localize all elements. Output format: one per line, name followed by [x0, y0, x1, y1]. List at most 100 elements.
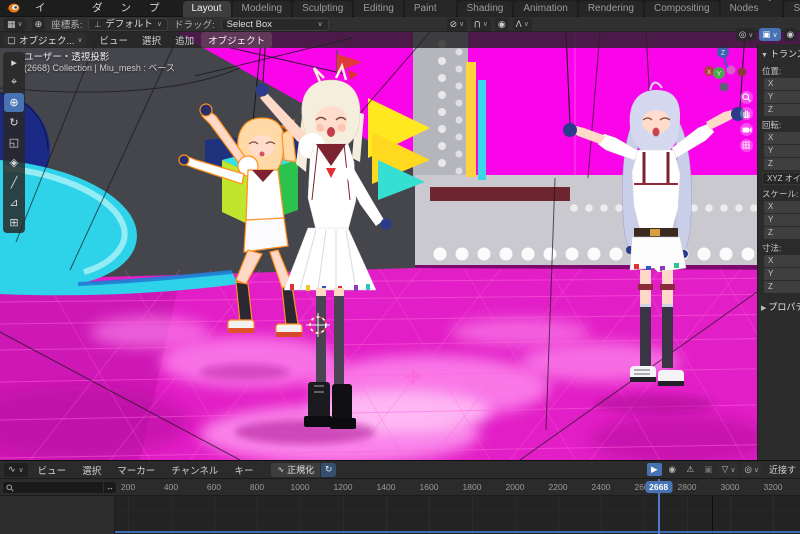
ruler-tick-1400: 1400 [377, 482, 396, 492]
pan-hand-icon[interactable] [740, 107, 753, 120]
object-mode-icon: ▢ [7, 35, 16, 46]
tool-settings-bar: ▦∨ ⊕ 座標系: ⊥デフォルト∨ ドラッグ: Select Box∨ ⊘∨ U… [0, 17, 800, 32]
rotation-mode-dropdown[interactable]: XYZ オイラ [762, 172, 800, 185]
expand-arrows-icon[interactable]: ↔ [104, 481, 117, 494]
proportional-edit-icon[interactable]: ◉ [495, 18, 509, 31]
cursor-tool[interactable]: ⌖ [4, 73, 24, 92]
ruler-tick-200: 200 [121, 482, 135, 492]
drag-label: ドラッグ: [174, 17, 215, 31]
frame-ruler[interactable]: 2004006008001000120014001600180020002200… [0, 479, 800, 496]
tool-grid-icon: ▦ [7, 19, 16, 30]
graph-menu-3[interactable]: チャンネル [163, 463, 226, 477]
gizmo-y-label: Y [717, 71, 722, 78]
search-icon [6, 484, 14, 492]
navigation-gizmo[interactable]: Z X Y [704, 43, 756, 95]
workspace-tab-texture-paint[interactable]: Texture Paint [405, 0, 456, 17]
transform-tool[interactable]: ◈ [4, 153, 24, 172]
ruler-tick-600: 600 [207, 482, 221, 492]
viewport-menu-3[interactable]: オブジェクト [201, 32, 272, 48]
graph-menu-4[interactable]: キー [226, 463, 261, 477]
select-box-tool[interactable]: ▸ [4, 53, 24, 72]
curve-canvas[interactable] [115, 496, 800, 534]
field-位置-X[interactable]: X [764, 78, 800, 90]
shading-sphere-button[interactable]: ◉ [784, 28, 797, 41]
field-回転-X[interactable]: X [764, 132, 800, 144]
workspace-tab-shading[interactable]: Shading [458, 1, 513, 17]
annotate-tool[interactable]: ╱ [4, 173, 24, 192]
channel-search-box[interactable] [2, 481, 104, 494]
auto-refresh-button[interactable]: ↻ [320, 463, 336, 477]
zero-value-line [115, 531, 800, 533]
ruler-tick-2200: 2200 [549, 482, 568, 492]
orientation-globe-icon[interactable]: ⊘∨ [447, 18, 468, 31]
viewport-menu-1[interactable]: 選択 [135, 32, 168, 48]
ruler-tick-2400: 2400 [592, 482, 611, 492]
field-スケール-Y[interactable]: Y [764, 214, 800, 226]
workspace-tab-sculpting[interactable]: Sculpting [293, 1, 352, 17]
workspace-tab-rendering[interactable]: Rendering [579, 1, 643, 17]
orientation-dropdown[interactable]: ⊥デフォルト∨ [88, 18, 168, 31]
end-frame-line [712, 496, 713, 534]
zoom-icon[interactable] [740, 91, 753, 104]
field-位置-Y[interactable]: Y [764, 91, 800, 103]
viewport-menu-0[interactable]: ビュー [93, 32, 136, 48]
section-label-1: 回転: [762, 119, 800, 131]
viewport-menu-2[interactable]: 追加 [168, 32, 201, 48]
snap-magnet-icon[interactable]: U∨ [471, 18, 491, 31]
proportional-dropdown[interactable]: ◎∨ [741, 463, 762, 476]
viewport-scene[interactable] [0, 32, 800, 460]
add-cube-tool[interactable]: ⊞ [4, 213, 24, 232]
move-gizmo-icon[interactable]: ⊕ [32, 18, 46, 31]
mode-dropdown[interactable]: ▢ オブジェク...∨ [3, 33, 87, 47]
viewport-3d[interactable]: ▢ オブジェク...∨ ビュー選択追加オブジェクト ユーザー・透視投影 (266… [0, 32, 800, 460]
tweak-cursor-icon[interactable]: ▶ [647, 463, 662, 476]
gizmos-dropdown-button[interactable]: ◎∨ [736, 28, 757, 41]
ghost-icon[interactable]: ◉ [665, 463, 680, 476]
field-スケール-X[interactable]: X [764, 201, 800, 213]
workspace-tab-animation[interactable]: Animation [514, 1, 576, 17]
workspace-tab-scripting[interactable]: Scripting [784, 1, 800, 17]
filter-dropdown[interactable]: ▽∨ [719, 463, 739, 476]
truncated-option-label[interactable]: 近接す [769, 463, 796, 476]
properties-panel-header[interactable]: ▶プロパテ [758, 297, 800, 315]
gizmo-x-label: X [707, 69, 712, 76]
transform-panel-header[interactable]: ▼トランスフ [758, 44, 800, 62]
current-frame-badge[interactable]: 2668 [645, 481, 672, 493]
graph-menu-0[interactable]: ビュー [30, 463, 75, 477]
blender-logo-icon[interactable] [6, 2, 20, 14]
coord-system-label: 座標系: [51, 17, 82, 31]
workspace-tab-layout[interactable]: Layout [183, 1, 231, 17]
field-寸法-Y[interactable]: Y [764, 268, 800, 280]
normalize-toggle[interactable]: ∿正規化 [271, 463, 320, 477]
graph-menu-2[interactable]: マーカー [109, 463, 163, 477]
editor-type-dropdown[interactable]: ∿∨ [4, 463, 28, 477]
field-スケール-Z[interactable]: Z [764, 227, 800, 239]
workspace-tab-geometry-nodes[interactable]: Geometry Nodes [721, 0, 783, 17]
rotate-tool[interactable]: ↻ [4, 113, 24, 132]
measure-tool[interactable]: ⊿ [4, 193, 24, 212]
camera-view-icon[interactable] [740, 123, 753, 136]
ortho-grid-icon[interactable] [740, 139, 753, 152]
active-tool-dropdown[interactable]: ▦∨ [4, 18, 26, 31]
workspace-tab-uv-editing[interactable]: UV Editing [354, 0, 403, 17]
drag-tool-dropdown[interactable]: Select Box∨ [221, 18, 329, 31]
field-回転-Z[interactable]: Z [764, 158, 800, 170]
scale-tool[interactable]: ◱ [4, 133, 24, 152]
ruler-tick-2800: 2800 [678, 482, 697, 492]
graph-menu-1[interactable]: 選択 [74, 463, 109, 477]
ruler-tick-1200: 1200 [334, 482, 353, 492]
field-寸法-X[interactable]: X [764, 255, 800, 267]
warning-icon[interactable]: ⚠ [683, 463, 698, 476]
field-寸法-Z[interactable]: Z [764, 281, 800, 293]
field-位置-Z[interactable]: Z [764, 104, 800, 116]
overlays-toggle-button[interactable]: ▣∨ [759, 28, 780, 41]
falloff-curve-icon[interactable]: Λ∨ [513, 18, 532, 31]
workspace-tab-modeling[interactable]: Modeling [233, 1, 292, 17]
workspace-tab-compositing[interactable]: Compositing [645, 1, 719, 17]
timeline-area[interactable]: 2004006008001000120014001600180020002200… [0, 479, 800, 534]
window-icon[interactable]: ▣ [701, 463, 716, 476]
channel-search-input[interactable] [17, 483, 97, 493]
move-tool[interactable]: ⊕ [4, 93, 24, 112]
field-回転-Y[interactable]: Y [764, 145, 800, 157]
viewport-header: ▢ オブジェク...∨ ビュー選択追加オブジェクト [0, 32, 800, 48]
